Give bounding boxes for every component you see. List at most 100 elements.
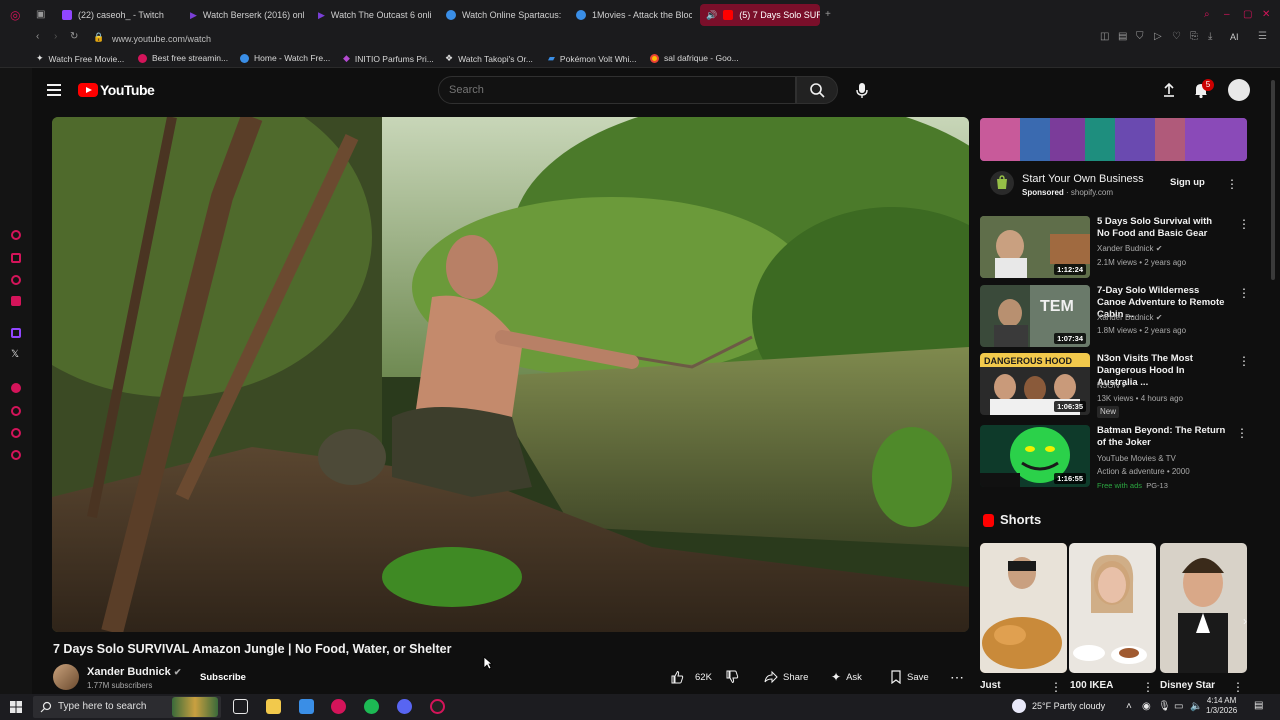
ad-signup-button[interactable]: Sign up xyxy=(1170,177,1205,188)
rec-title[interactable]: 5 Days Solo Survival with No Food and Ba… xyxy=(1097,216,1227,240)
close-window-icon[interactable]: ✕ xyxy=(1262,10,1270,20)
heart-icon[interactable]: ♡ xyxy=(1172,32,1181,42)
like-button[interactable]: 62K xyxy=(670,668,712,686)
rec-thumbnail[interactable]: 1:12:24 xyxy=(980,216,1090,278)
tab-youtube-active[interactable]: 🔊 (5) 7 Days Solo SURVI xyxy=(700,4,820,26)
rec-thumbnail[interactable]: TEM 1:07:34 xyxy=(980,285,1090,347)
rec-more-icon[interactable] xyxy=(1238,217,1250,232)
store-icon[interactable] xyxy=(299,699,314,714)
bookmark-item[interactable]: ✦ Watch Free Movie... xyxy=(36,53,124,64)
rec-more-icon[interactable] xyxy=(1236,426,1248,441)
channel-avatar[interactable] xyxy=(53,664,79,690)
opera-gx-alt-icon[interactable] xyxy=(430,699,445,714)
voice-search-button[interactable] xyxy=(852,80,872,100)
notification-center-icon[interactable]: ▤ xyxy=(1254,701,1263,711)
discord-icon[interactable] xyxy=(397,699,412,714)
panel-downloads-icon[interactable] xyxy=(11,275,21,285)
short-title[interactable]: Just xyxy=(980,680,1001,691)
rec-more-icon[interactable] xyxy=(1238,286,1250,301)
browser-menu-icon[interactable]: ☰ xyxy=(1258,32,1267,42)
ad-title[interactable]: Start Your Own Business xyxy=(1022,173,1144,185)
player-icon[interactable]: ▷ xyxy=(1154,32,1162,42)
short-thumbnail[interactable] xyxy=(1069,543,1156,673)
tray-chevron-icon[interactable]: ˄ xyxy=(1126,702,1132,712)
panel-spotify-icon[interactable] xyxy=(11,383,21,393)
rec-channel[interactable]: Xander Budnick ✔ xyxy=(1097,243,1237,255)
browser-logo-icon[interactable]: ◎ xyxy=(10,9,20,21)
youtube-logo-icon[interactable] xyxy=(78,83,98,97)
rec-channel[interactable]: Xander Budnick ✔ xyxy=(1097,312,1237,324)
tab-outcast[interactable]: ▶ Watch The Outcast 6 onlin xyxy=(312,4,432,26)
ad-more-icon[interactable] xyxy=(1226,177,1238,192)
tray-app-icon[interactable]: ◉ xyxy=(1142,702,1151,712)
taskbar-clock[interactable]: 4:14 AM 1/3/2026 xyxy=(1206,696,1237,716)
bookmark-item[interactable]: Home - Watch Fre... xyxy=(240,53,330,63)
minimize-icon[interactable]: – xyxy=(1224,10,1230,20)
panel-clock-icon[interactable] xyxy=(11,406,21,416)
short-title[interactable]: 100 IKEA xyxy=(1070,680,1113,691)
short-title[interactable]: Disney Star xyxy=(1160,680,1215,691)
ask-button[interactable]: ✦ Ask xyxy=(831,668,862,686)
bookmark-item[interactable]: Best free streamin... xyxy=(138,53,228,63)
more-actions-icon[interactable]: ⋯ xyxy=(950,668,964,686)
video-player[interactable] xyxy=(52,117,969,632)
youtube-logo-text[interactable]: YouTube xyxy=(100,82,155,98)
shorts-next-icon[interactable]: › xyxy=(1236,612,1254,630)
maximize-icon[interactable]: ▢ xyxy=(1243,10,1252,20)
bookmark-item[interactable]: sal dafrique - Goo... xyxy=(650,53,739,63)
panel-player-icon[interactable] xyxy=(11,428,21,438)
channel-name[interactable]: Xander Budnick ✔ xyxy=(87,666,181,678)
bookmark-item[interactable]: ◆ INITIO Parfums Pri... xyxy=(343,53,434,64)
search-input[interactable] xyxy=(439,77,795,103)
bookmark-item[interactable]: ▰ Pokémon Volt Whi... xyxy=(548,53,636,64)
network-icon[interactable]: ▭ xyxy=(1174,702,1183,712)
upload-icon[interactable] xyxy=(1160,81,1178,99)
search-box[interactable] xyxy=(438,76,796,104)
share-button[interactable]: Share xyxy=(764,668,808,686)
forward-icon[interactable]: › xyxy=(54,32,57,42)
opera-gx-icon[interactable] xyxy=(331,699,346,714)
ad-banner-image[interactable] xyxy=(980,118,1247,161)
bookmark-item[interactable]: ❖ Watch Takopi's Or... xyxy=(445,53,533,64)
short-thumbnail[interactable] xyxy=(1160,543,1247,673)
subscribe-button[interactable]: Subscribe xyxy=(190,668,256,686)
account-avatar[interactable] xyxy=(1228,79,1250,101)
dislike-button[interactable] xyxy=(725,668,739,686)
reload-icon[interactable]: ↻ xyxy=(70,32,78,42)
search-tabs-icon[interactable]: ⌕ xyxy=(1204,10,1210,20)
back-icon[interactable]: ‹ xyxy=(36,32,39,42)
shield-icon[interactable]: ⛉ xyxy=(1136,32,1144,42)
panel-history-icon[interactable] xyxy=(11,230,21,240)
ai-icon[interactable]: AI xyxy=(1230,32,1239,42)
rec-more-icon[interactable] xyxy=(1238,354,1250,369)
short-thumbnail[interactable] xyxy=(980,543,1067,673)
rec-channel[interactable]: YouTube Movies & TV xyxy=(1097,453,1237,465)
download-icon[interactable]: ⤓ xyxy=(1208,32,1212,42)
task-view-icon[interactable] xyxy=(233,699,248,714)
new-tab-icon[interactable]: + xyxy=(825,10,831,20)
panel-x-icon[interactable]: 𝕏 xyxy=(11,350,19,360)
url-field[interactable]: www.youtube.com/watch xyxy=(112,34,211,44)
tab-twitch[interactable]: (22) caseoh_ - Twitch xyxy=(56,4,176,26)
rec-title[interactable]: Batman Beyond: The Return of the Joker xyxy=(1097,425,1227,449)
tab-1movies[interactable]: 1Movies - Attack the Block xyxy=(570,4,692,26)
windows-start-icon[interactable] xyxy=(10,701,22,713)
tray-mic-icon[interactable]: 🎙 xyxy=(1158,702,1171,712)
bookmark-icon[interactable]: ◫ xyxy=(1100,32,1109,42)
weather-icon[interactable] xyxy=(1012,699,1026,713)
save-button[interactable]: Save xyxy=(890,668,929,686)
tab-spartacus[interactable]: Watch Online Spartacus: I xyxy=(440,4,562,26)
panel-settings-icon[interactable] xyxy=(11,450,21,460)
tab-berserk[interactable]: ▶ Watch Berserk (2016) onli xyxy=(184,4,304,26)
panel-twitch-icon[interactable] xyxy=(11,328,21,338)
weather-text[interactable]: 25°F Partly cloudy xyxy=(1032,701,1105,711)
volume-icon[interactable]: 🔈 xyxy=(1190,702,1202,712)
rec-channel[interactable]: N3ON ✔ xyxy=(1097,380,1237,392)
search-button[interactable] xyxy=(796,76,838,104)
page-scrollbar[interactable] xyxy=(1271,80,1275,280)
panel-bookmarks-icon[interactable] xyxy=(11,253,21,263)
panel-notes-icon[interactable] xyxy=(11,296,21,306)
snapshot-icon[interactable]: ⎘ xyxy=(1190,32,1198,42)
hamburger-menu-icon[interactable] xyxy=(47,84,61,96)
tab-list-icon[interactable]: ▣ xyxy=(36,10,45,20)
